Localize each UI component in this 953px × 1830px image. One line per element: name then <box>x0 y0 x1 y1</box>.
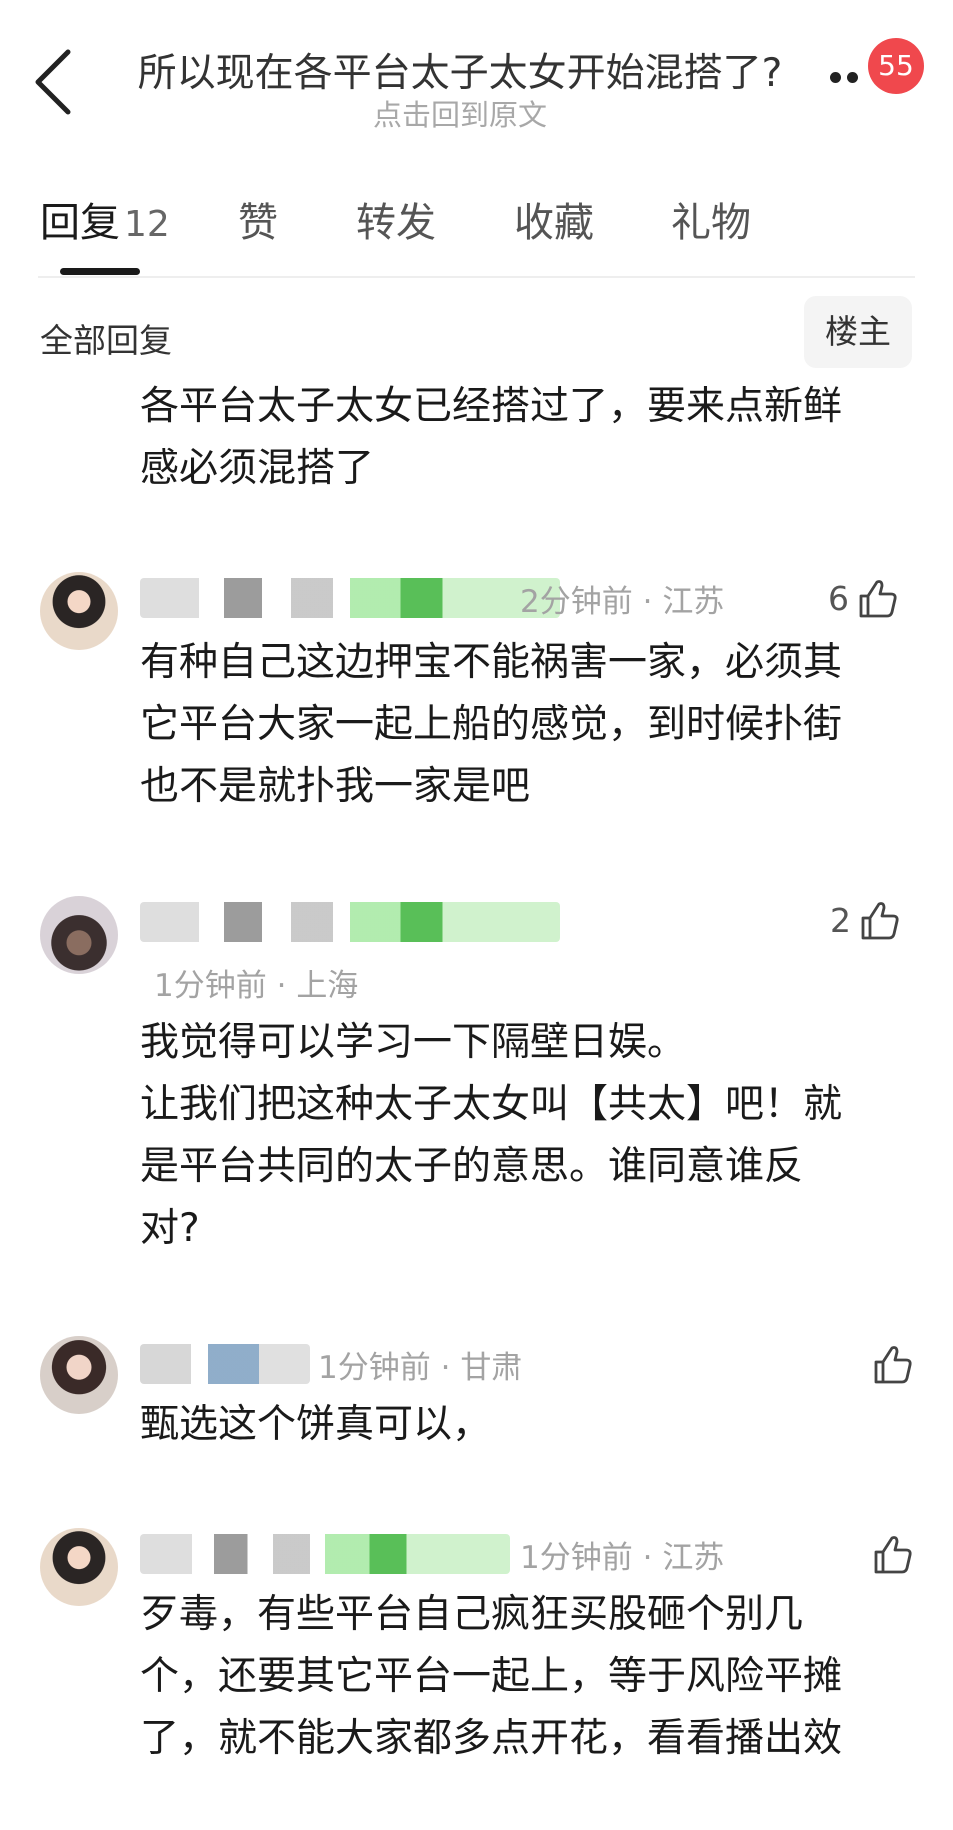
like-button[interactable] <box>864 1532 914 1578</box>
comment-location: 江苏 <box>662 1540 725 1576</box>
like-count: 2 <box>830 900 851 940</box>
op-only-button[interactable]: 楼主 <box>804 296 912 368</box>
tab-favorites[interactable]: 收藏 <box>514 190 594 248</box>
comment-text: 我觉得可以学习一下隔壁日娱。 让我们把这种太子太女叫【共太】吧！就 是平台共同的… <box>140 1020 843 1251</box>
tab-reposts[interactable]: 转发 <box>356 190 436 248</box>
comment-meta: 2分钟前 · 江苏 <box>520 576 724 621</box>
avatar[interactable] <box>40 896 118 974</box>
comment-location: 甘肃 <box>460 1350 523 1386</box>
comment-location: 江苏 <box>662 584 725 620</box>
like-button[interactable]: 2 <box>830 898 901 944</box>
tab-likes[interactable]: 赞 <box>238 190 278 248</box>
more-button[interactable] <box>830 68 870 92</box>
avatar[interactable] <box>40 572 118 650</box>
meta-separator: · <box>276 968 287 1004</box>
notification-badge[interactable]: 55 <box>868 38 924 94</box>
all-replies-label: 全部回复 <box>40 321 172 360</box>
comment-text: 甄选这个饼真可以， <box>140 1402 492 1447</box>
tab-label: 回复 <box>40 200 120 246</box>
meta-separator: · <box>440 1350 451 1386</box>
divider <box>38 276 915 278</box>
thumbs-up-icon <box>874 1536 912 1574</box>
thumbs-up-icon <box>859 580 897 618</box>
like-count: 6 <box>828 578 849 618</box>
comment-location: 上海 <box>296 968 359 1004</box>
avatar[interactable] <box>40 1336 118 1414</box>
username-redacted[interactable] <box>140 902 560 942</box>
username-redacted[interactable] <box>140 1344 310 1384</box>
comment-text: 各平台太子太女已经搭过了，要来点新鲜 感必须混搭了 <box>140 384 843 491</box>
username-redacted[interactable] <box>140 578 560 618</box>
comment-time: 1分钟前 <box>154 968 267 1004</box>
comment-meta: 1分钟前 · 甘肃 <box>318 1342 522 1387</box>
back-to-post-link[interactable]: 点击回到原文 <box>120 92 800 134</box>
comment-meta: 1分钟前 · 江苏 <box>520 1532 724 1577</box>
tab-gifts[interactable]: 礼物 <box>671 190 751 248</box>
like-button[interactable]: 6 <box>828 576 899 622</box>
thumbs-up-icon <box>861 902 899 940</box>
thumbs-up-icon <box>874 1346 912 1384</box>
active-tab-indicator <box>60 268 140 275</box>
comment-text: 有种自己这边押宝不能祸害一家，必须其 它平台大家一起上船的感觉，到时候扑街 也不… <box>140 640 843 809</box>
back-button[interactable] <box>30 40 80 120</box>
chevron-left-icon <box>35 49 71 115</box>
more-dots-icon <box>830 72 841 83</box>
avatar[interactable] <box>40 1528 118 1606</box>
post-title[interactable]: 所以现在各平台太子太女开始混搭了? <box>120 42 800 98</box>
username-redacted[interactable] <box>140 1534 510 1574</box>
tab-count: 12 <box>124 204 170 245</box>
top-bar: 所以现在各平台太子太女开始混搭了? 点击回到原文 55 <box>0 0 953 160</box>
comment-time: 1分钟前 <box>520 1540 633 1576</box>
comment-meta: 1分钟前 · 上海 <box>154 960 358 1005</box>
like-button[interactable] <box>864 1342 914 1388</box>
comment-time: 1分钟前 <box>318 1350 431 1386</box>
tab-bar: 回复 12 赞 转发 收藏 礼物 <box>0 190 953 278</box>
meta-separator: · <box>642 1540 653 1576</box>
more-dots-icon <box>847 72 858 83</box>
comment-time: 2分钟前 <box>520 584 633 620</box>
tab-replies[interactable]: 回复 12 <box>40 190 170 248</box>
comment-text: 歹毒，有些平台自己疯狂买股砸个别几 个，还要其它平台一起上，等于风险平摊 了，就… <box>140 1592 843 1761</box>
meta-separator: · <box>642 584 653 620</box>
